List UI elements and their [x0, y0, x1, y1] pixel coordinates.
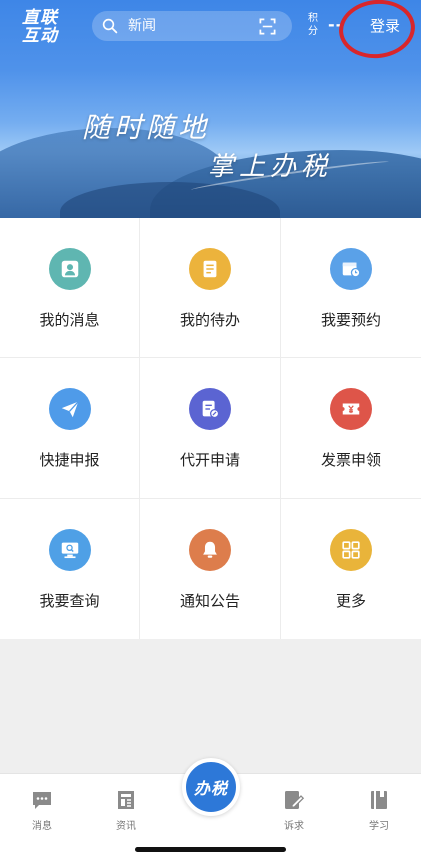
nav-label: 学习: [369, 821, 389, 832]
service-grid: 我的消息 我的待办 我要预约 快捷申报 代开申请 发票申领 我要查询 通知公告 …: [0, 218, 421, 639]
app-logo: 直联 互动: [22, 9, 76, 45]
bell-icon: [189, 529, 231, 571]
nav-label: 消息: [32, 821, 52, 832]
paper-plane-icon: [48, 388, 91, 430]
search-bar[interactable]: 新闻: [92, 11, 292, 41]
search-placeholder[interactable]: 新闻: [128, 17, 156, 35]
nav-news[interactable]: 资讯: [96, 788, 156, 832]
scan-icon[interactable]: [258, 17, 277, 36]
search-icon: [102, 18, 118, 34]
service-inquiry[interactable]: 我要查询: [0, 499, 140, 639]
book-icon: [371, 791, 387, 809]
nav-label: 诉求: [284, 821, 304, 832]
service-label: 我要查询: [39, 592, 100, 610]
login-highlight-circle: [336, 0, 418, 62]
grid-more-icon: [330, 529, 372, 571]
document-icon: [189, 248, 231, 290]
invoice-edit-icon: [189, 388, 231, 430]
points-label: 积分: [308, 13, 318, 37]
service-label: 通知公告: [179, 592, 240, 610]
service-announcements[interactable]: 通知公告: [140, 499, 281, 639]
service-label: 快捷申报: [39, 451, 100, 469]
service-label: 更多: [335, 592, 366, 610]
service-label: 发票申领: [320, 451, 381, 469]
nav-label: 资讯: [116, 821, 136, 832]
nav-messages[interactable]: 消息: [12, 788, 72, 832]
pen-icon: [285, 791, 305, 809]
service-invoice-claim[interactable]: 发票申领: [281, 358, 421, 499]
chat-icon: [33, 792, 51, 809]
banner-slogan-line-2: 掌上办税: [208, 152, 333, 182]
home-indicator[interactable]: [135, 847, 286, 852]
service-label: 我的消息: [39, 311, 100, 329]
service-label: 我要预约: [320, 311, 381, 329]
ticket-yuan-icon: [330, 388, 372, 430]
service-label: 代开申请: [179, 451, 240, 469]
logo-line-2: 互动: [22, 26, 58, 46]
service-quick-declare[interactable]: 快捷申报: [0, 358, 140, 499]
calendar-clock-icon: [330, 248, 372, 290]
service-my-messages[interactable]: 我的消息: [0, 218, 140, 358]
center-tax-button[interactable]: 办税: [182, 758, 240, 816]
service-invoice-on-behalf[interactable]: 代开申请: [140, 358, 281, 499]
person-icon: [48, 248, 91, 290]
service-appointment[interactable]: 我要预约: [281, 218, 421, 358]
header-banner: 直联 互动 新闻 积分 -- 登录 随时随地 掌上办税: [0, 0, 421, 218]
logo-line-1: 直联: [22, 8, 58, 28]
service-my-todo[interactable]: 我的待办: [140, 218, 281, 358]
service-label: 我的待办: [179, 311, 240, 329]
banner-slogan-line-1: 随时随地: [82, 111, 211, 144]
nav-learning[interactable]: 学习: [349, 788, 409, 832]
service-more[interactable]: 更多: [281, 499, 421, 639]
monitor-search-icon: [48, 529, 91, 571]
nav-appeal[interactable]: 诉求: [264, 788, 324, 832]
center-tax-label: 办税: [193, 779, 228, 798]
news-icon: [118, 791, 134, 809]
